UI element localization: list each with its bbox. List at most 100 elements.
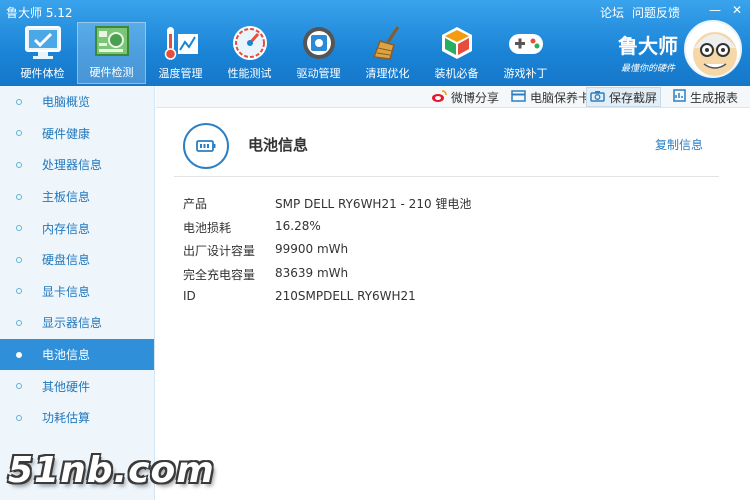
nav-driver[interactable]: 驱动管理 xyxy=(284,22,353,84)
nav-temperature[interactable]: 温度管理 xyxy=(146,22,215,84)
nav-label: 温度管理 xyxy=(158,67,203,80)
info-row-product: 产品 SMP DELL RY6WH21 - 210 锂电池 xyxy=(183,195,471,212)
info-key: 完全充电容量 xyxy=(183,267,256,282)
bullet-icon xyxy=(16,351,22,358)
card-icon xyxy=(511,89,526,105)
bullet-icon xyxy=(16,256,22,263)
sidebar-item-memory[interactable]: 内存信息 xyxy=(0,212,154,244)
sidebar-item-power[interactable]: 功耗估算 xyxy=(0,402,154,434)
cube-icon xyxy=(437,24,477,62)
bullet-icon xyxy=(16,288,22,295)
info-value: SMP DELL RY6WH21 - 210 锂电池 xyxy=(275,197,472,211)
battery-icon xyxy=(183,123,229,169)
sidebar-item-battery[interactable]: 电池信息 xyxy=(0,338,154,371)
info-value: 83639 mWh xyxy=(275,265,349,280)
save-screenshot-button[interactable]: 保存截屏 xyxy=(586,87,662,107)
nav-label: 性能测试 xyxy=(227,67,272,80)
maintenance-card-button[interactable]: 电脑保养卡 xyxy=(508,87,593,107)
toolbar: 微博分享 电脑保养卡 保存截屏 生成报表 xyxy=(156,86,750,108)
sidebar-item-cpu[interactable]: 处理器信息 xyxy=(0,149,154,181)
sidebar-item-label: 显示器信息 xyxy=(42,316,103,331)
sidebar-item-motherboard[interactable]: 主板信息 xyxy=(0,181,154,213)
nav-label: 清理优化 xyxy=(365,67,410,80)
battery-info-panel: 电池信息 复制信息 产品 SMP DELL RY6WH21 - 210 锂电池 … xyxy=(156,108,750,500)
mascot-avatar xyxy=(684,20,742,78)
sidebar-item-gpu[interactable]: 显卡信息 xyxy=(0,276,154,308)
nav-game-patch[interactable]: 游戏补丁 xyxy=(491,22,560,84)
nav-label: 硬件检测 xyxy=(89,66,134,79)
copy-info-link[interactable]: 复制信息 xyxy=(655,136,703,153)
bullet-icon xyxy=(16,319,22,326)
info-row-design-capacity: 出厂设计容量 99900 mWh xyxy=(183,242,348,259)
app-title: 鲁大师 5.12 xyxy=(6,6,73,20)
info-row-wear: 电池损耗 16.28% xyxy=(183,219,321,236)
nav-essentials[interactable]: 装机必备 xyxy=(422,22,491,84)
sidebar-item-label: 电脑概览 xyxy=(42,95,91,110)
feedback-link[interactable]: 问题反馈 xyxy=(632,4,680,21)
bullet-icon xyxy=(16,130,22,137)
speedometer-icon xyxy=(230,24,270,62)
gear-chip-icon xyxy=(299,24,339,62)
sidebar-item-other[interactable]: 其他硬件 xyxy=(0,370,154,402)
minimize-button[interactable]: — xyxy=(706,2,724,18)
camera-icon xyxy=(590,90,605,105)
weibo-share-label: 微博分享 xyxy=(451,90,500,105)
info-key: ID xyxy=(183,289,196,303)
divider xyxy=(174,176,719,177)
sidebar-item-label: 硬盘信息 xyxy=(42,253,91,268)
title-bar: 鲁大师 5.12 论坛 问题反馈 — ✕ 硬件体检 硬件检测 温度管理 性能测试… xyxy=(0,0,750,86)
forum-link[interactable]: 论坛 xyxy=(600,4,624,21)
bullet-icon xyxy=(16,161,22,168)
bullet-icon xyxy=(16,225,22,232)
info-value: 16.28% xyxy=(275,218,321,233)
sidebar-item-overview[interactable]: 电脑概览 xyxy=(0,86,154,118)
bullet-icon xyxy=(16,193,22,200)
info-value: 99900 mWh xyxy=(275,242,349,256)
top-links: 论坛 问题反馈 xyxy=(600,4,680,21)
sidebar-item-label: 硬件健康 xyxy=(42,126,91,141)
sidebar-item-display[interactable]: 显示器信息 xyxy=(0,307,154,339)
generate-report-button[interactable]: 生成报表 xyxy=(670,87,741,107)
site-watermark: 51nb.com xyxy=(8,450,215,491)
sidebar-item-label: 处理器信息 xyxy=(42,158,103,173)
info-value: 210SMPDELL RY6WH21 xyxy=(275,289,416,303)
bullet-icon xyxy=(16,414,22,421)
sidebar-item-label: 其他硬件 xyxy=(42,379,91,394)
close-button[interactable]: ✕ xyxy=(728,2,746,18)
brand: 鲁大师 最懂你的硬件 xyxy=(618,30,678,74)
broom-icon xyxy=(368,24,408,62)
sidebar-item-disk[interactable]: 硬盘信息 xyxy=(0,244,154,276)
page-title: 电池信息 xyxy=(248,136,309,154)
info-row-full-capacity: 完全充电容量 83639 mWh xyxy=(183,266,348,283)
weibo-share-button[interactable]: 微博分享 xyxy=(428,87,502,107)
sidebar-item-health[interactable]: 硬件健康 xyxy=(0,118,154,150)
sidebar-item-label: 显卡信息 xyxy=(42,284,91,299)
bullet-icon xyxy=(16,383,22,390)
save-screenshot-label: 保存截屏 xyxy=(609,90,658,105)
gamepad-icon xyxy=(506,24,546,62)
weibo-icon xyxy=(431,89,447,106)
circuit-board-icon xyxy=(92,23,132,61)
main-nav: 硬件体检 硬件检测 温度管理 性能测试 驱动管理 清理优化 装机必备 游戏补丁 xyxy=(8,22,560,84)
nav-label: 装机必备 xyxy=(434,67,479,80)
nav-performance[interactable]: 性能测试 xyxy=(215,22,284,84)
report-icon xyxy=(673,89,686,105)
thermometer-chart-icon xyxy=(161,24,201,62)
nav-cleanup[interactable]: 清理优化 xyxy=(353,22,422,84)
nav-label: 驱动管理 xyxy=(296,67,341,80)
sidebar-item-label: 电池信息 xyxy=(42,348,91,363)
nav-hardware-checkup[interactable]: 硬件体检 xyxy=(8,22,77,84)
maintenance-card-label: 电脑保养卡 xyxy=(530,90,591,105)
info-key: 出厂设计容量 xyxy=(183,244,256,258)
nav-label: 硬件体检 xyxy=(20,67,65,80)
sidebar-item-label: 主板信息 xyxy=(42,190,91,205)
info-key: 产品 xyxy=(183,197,208,211)
brand-slogan: 最懂你的硬件 xyxy=(620,64,675,74)
nav-hardware-detect[interactable]: 硬件检测 xyxy=(77,22,146,84)
sidebar-item-label: 内存信息 xyxy=(42,221,91,236)
brand-name: 鲁大师 xyxy=(618,34,678,58)
window-controls: — ✕ xyxy=(706,2,746,18)
info-row-id: ID 210SMPDELL RY6WH21 xyxy=(183,289,416,303)
nav-label: 游戏补丁 xyxy=(503,67,548,80)
generate-report-label: 生成报表 xyxy=(690,90,739,105)
